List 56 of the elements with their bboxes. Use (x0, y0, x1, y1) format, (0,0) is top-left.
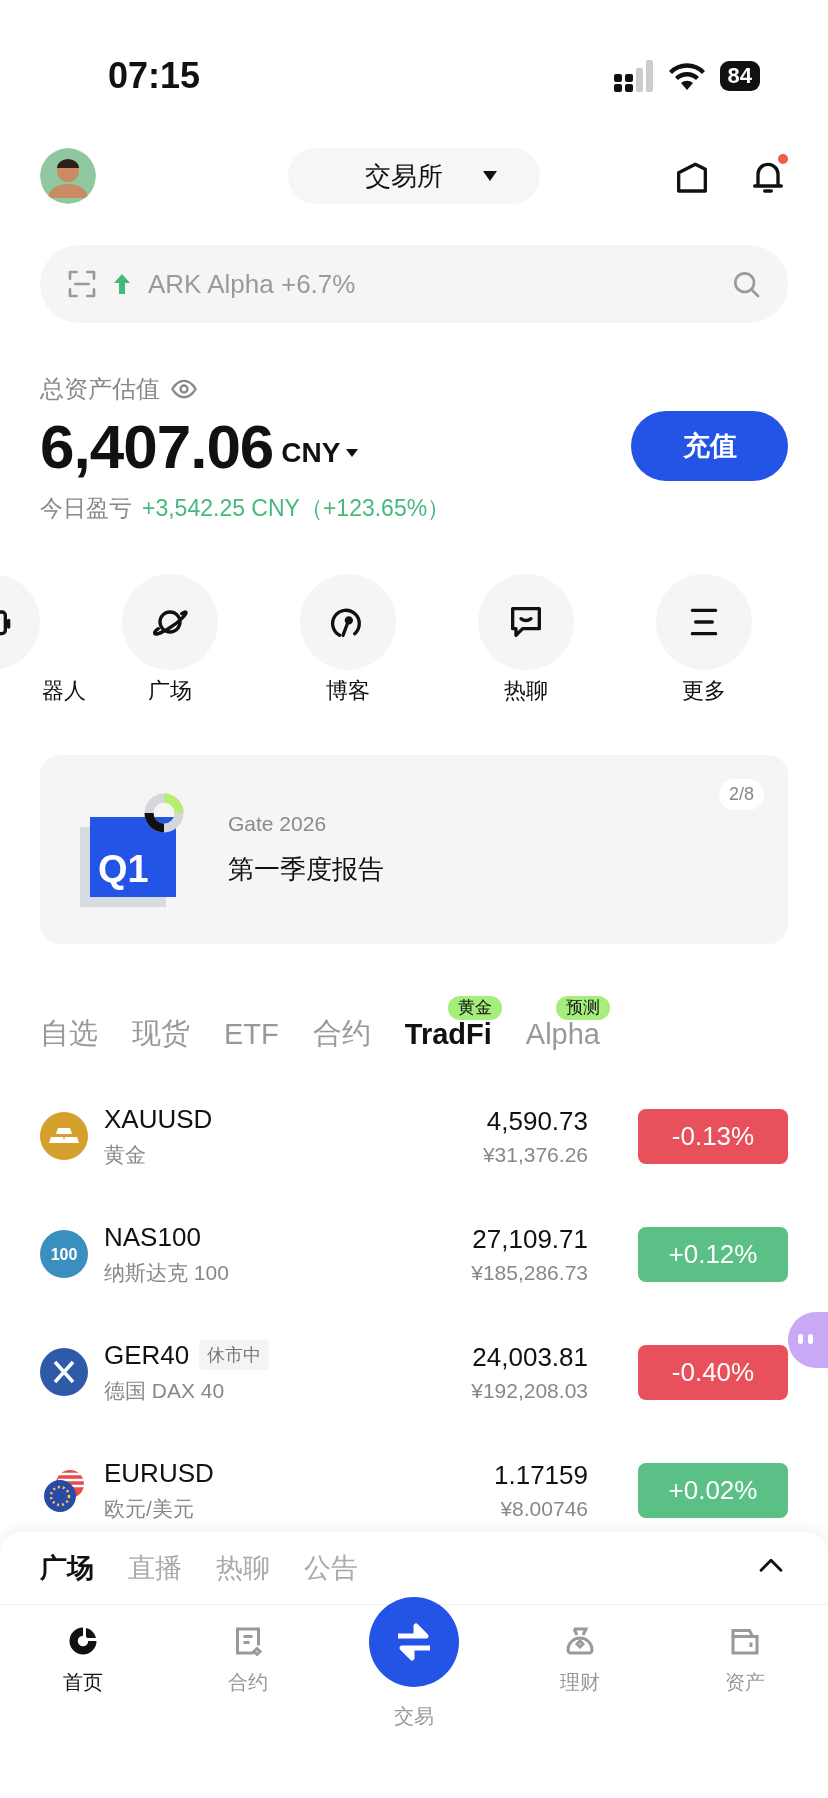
market-symbol: EURUSD (104, 1457, 214, 1489)
feed-tab[interactable]: 广场 (40, 1550, 94, 1586)
market-price: 1.17159 (494, 1459, 588, 1491)
banner-subtitle: Gate 2026 (228, 812, 328, 836)
market-name: 欧元/美元 (104, 1495, 195, 1522)
ingot-icon (40, 1112, 88, 1160)
change-pill: -0.13% (638, 1108, 788, 1164)
currency-label[interactable]: CNY (281, 437, 341, 469)
assets-label: 总资产估值 (40, 374, 160, 404)
market-name: 德国 DAX 40 (104, 1377, 226, 1404)
caret-icon (483, 171, 497, 181)
price-cny: ¥192,208.03 (471, 1378, 588, 1403)
pnl-value: +3,542.25 CNY（+123.65%） (142, 494, 451, 523)
tab-tag: 预测 (555, 995, 610, 1020)
search-field[interactable]: ARK Alpha +6.7% (146, 267, 716, 301)
battery-level: 84 (719, 61, 760, 91)
market-tab[interactable]: TradFi (404, 1017, 492, 1051)
index-icon: 100 (40, 1230, 88, 1278)
cross-icon (40, 1348, 88, 1396)
total-amount: 6,407.06 (40, 410, 274, 482)
shortcut-item[interactable]: 器人 (0, 574, 86, 706)
price-cny: ¥8.00746 (500, 1496, 588, 1521)
banner-title: 第一季度报告 (228, 853, 384, 886)
market-row[interactable]: EURUSD 欧元/美元 1.17159 ¥8.00746 +0.02% (40, 1431, 788, 1531)
page-indicator: 2/8 (718, 779, 764, 810)
market-row[interactable]: XAUUSD 黄金 4,590.73 ¥31,376.26 -0.13% (40, 1077, 788, 1195)
market-row[interactable]: 100 NAS100 纳斯达克 100 27,109.71 ¥185,286.73 +0.12% (40, 1195, 788, 1313)
market-symbol: GER40 (104, 1339, 190, 1371)
market-price: 27,109.71 (472, 1223, 588, 1255)
deposit-button[interactable]: 充值 (631, 411, 788, 481)
scan-icon (66, 268, 98, 300)
pnl-label: 今日盈亏 (40, 494, 132, 523)
avatar[interactable] (40, 148, 96, 204)
status-tag: 休市中 (199, 1340, 270, 1370)
market-row[interactable]: GER40 休市中 德国 DAX 40 24,003.81 ¥192,208.03 -0.40% (40, 1313, 788, 1431)
market-price: 4,590.73 (486, 1105, 588, 1137)
market-name: 纳斯达克 100 (104, 1259, 230, 1286)
search-bar[interactable]: ARK Alpha +6.7% (40, 245, 788, 323)
wifi-icon (667, 61, 706, 91)
market-price: 24,003.81 (472, 1341, 588, 1373)
change-pill: +0.12% (638, 1226, 788, 1282)
change-pill: -0.40% (638, 1344, 788, 1400)
nav-item[interactable]: 首页 (0, 1623, 166, 1730)
exchange-selector[interactable]: 交易所 (288, 148, 540, 204)
market-symbol: NAS100 (104, 1221, 201, 1253)
change-pill: +0.02% (638, 1462, 788, 1518)
up-arrow-icon (112, 272, 132, 296)
status-time: 07:15 (108, 54, 201, 97)
tab-tag: 黄金 (447, 995, 502, 1020)
market-name: 黄金 (104, 1141, 147, 1168)
banner-card[interactable]: Q1 Gate 2026 第一季度报告 2/8 (40, 755, 788, 944)
market-symbol: XAUUSD (104, 1103, 213, 1135)
price-cny: ¥31,376.26 (482, 1142, 588, 1167)
caret-icon[interactable] (346, 449, 359, 457)
signal-icon (613, 60, 654, 92)
price-cny: ¥185,286.73 (471, 1260, 588, 1285)
